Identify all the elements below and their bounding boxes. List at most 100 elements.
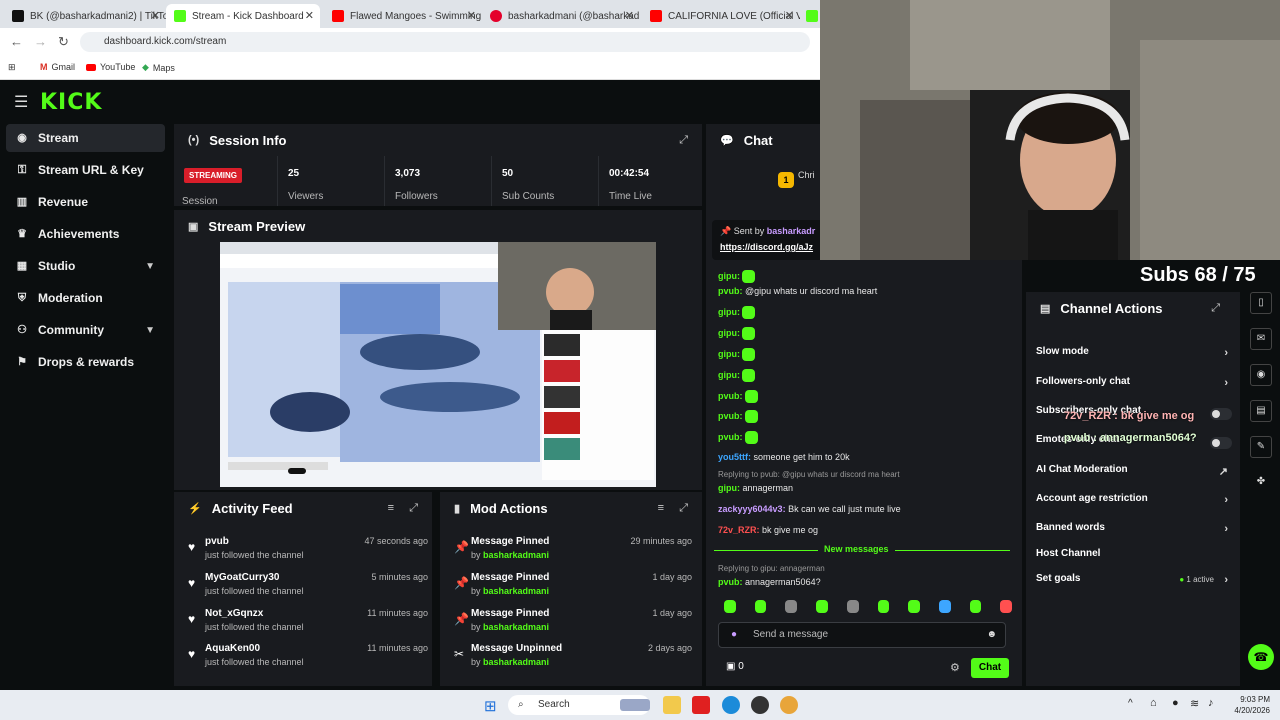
sidebar-item-stream[interactable]: ◉ Stream	[6, 124, 165, 152]
app-icon[interactable]	[751, 696, 769, 714]
browser-tab-kick[interactable]: Stream - Kick Dashboard ✕	[166, 4, 320, 28]
tools-icon[interactable]: ✎	[1250, 436, 1272, 458]
chat-message: pvub: annagerman5064?	[718, 577, 821, 587]
activity-user[interactable]: MyGoatCurry30	[205, 572, 279, 583]
chevron-up-icon[interactable]: ^	[1128, 698, 1133, 709]
browser-tab-kick-2[interactable]	[800, 4, 820, 28]
activity-user[interactable]: Not_xGqnzx	[205, 608, 263, 619]
sidebar-item-stream-key[interactable]: ⚿ Stream URL & Key	[6, 156, 165, 184]
kick-logo[interactable]: KICK	[40, 90, 102, 115]
bookmark-maps[interactable]: ◆ Maps	[142, 62, 175, 73]
subscribers-only-toggle[interactable]	[1210, 408, 1232, 420]
mic-icon[interactable]: ●	[731, 623, 737, 647]
palette-icon[interactable]: ✤	[1250, 472, 1272, 494]
account-age-row[interactable]: Account age restriction ›	[1036, 493, 1232, 513]
close-icon[interactable]: ✕	[467, 9, 476, 22]
pinned-link[interactable]: https://discord.gg/aJz	[720, 242, 813, 252]
popout-icon[interactable]: ⤢	[679, 134, 688, 147]
widget-icon[interactable]	[620, 699, 650, 711]
close-icon[interactable]: ✕	[785, 9, 794, 22]
browser-tab-tiktok[interactable]: BK (@basharkadmani2) | TikTok ✕	[4, 4, 166, 28]
kick-icon	[174, 10, 186, 22]
emote-icon[interactable]	[754, 600, 767, 613]
ai-moderation-row[interactable]: AI Chat Moderation ↗	[1036, 464, 1232, 484]
chat-input[interactable]: ● Send a message ☻	[718, 622, 1006, 648]
wifi-icon[interactable]: ≋	[1190, 697, 1199, 710]
file-explorer-icon[interactable]	[663, 696, 681, 714]
sidebar-item-achievements[interactable]: ♛ Achievements	[6, 220, 165, 248]
browser-tab-youtube-2[interactable]: CALIFORNIA LOVE (Official Vid ✕	[642, 4, 800, 28]
mic-icon[interactable]: ●	[1172, 697, 1179, 709]
chevron-right-icon: ›	[1224, 347, 1228, 359]
chrome-icon[interactable]	[780, 696, 798, 714]
emote-icon[interactable]	[846, 600, 859, 613]
emote-icon[interactable]	[785, 600, 798, 613]
forward-icon[interactable]: →	[34, 34, 47, 49]
chat-icon[interactable]: ✉	[1250, 328, 1272, 350]
followers-label: Followers	[395, 191, 438, 202]
popout-icon[interactable]: ⤢	[409, 502, 418, 515]
close-icon[interactable]: ✕	[625, 9, 634, 22]
close-icon[interactable]: ✕	[305, 9, 314, 22]
followers-only-row[interactable]: Followers-only chat ›	[1036, 376, 1232, 396]
send-chat-button[interactable]: Chat	[971, 658, 1009, 678]
top-gifter-name[interactable]: Chri	[798, 170, 815, 180]
browser-tab-threads[interactable]: basharkadmani (@basharkadm ✕	[482, 4, 640, 28]
menu-icon[interactable]: ☰	[14, 92, 28, 112]
back-icon[interactable]: ←	[10, 34, 23, 49]
emote-icon[interactable]	[1000, 600, 1013, 613]
support-icon[interactable]: ☎	[1248, 644, 1274, 670]
popout-icon[interactable]: ⤢	[679, 502, 688, 515]
host-channel-row[interactable]: Host Channel	[1036, 548, 1232, 568]
windows-start-icon[interactable]: ⊞	[484, 697, 497, 715]
stream-preview-video[interactable]	[220, 242, 656, 487]
heart-icon: ♥	[188, 647, 196, 661]
edge-icon[interactable]	[722, 696, 740, 714]
bookmark-gmail[interactable]: M Gmail	[40, 62, 75, 72]
apps-icon[interactable]: ⊞	[8, 62, 16, 73]
emote-icon[interactable]	[969, 600, 982, 613]
browser-tab-youtube[interactable]: Flawed Mangoes - Swimming - ✕	[324, 4, 482, 28]
layout-icon[interactable]: ▤	[1250, 400, 1272, 422]
pinned-sent-by: 📌 Sent by basharkadr	[720, 226, 816, 236]
session-icon: (•)	[188, 134, 200, 146]
filter-icon[interactable]: ≡	[658, 502, 664, 514]
emote-icon	[744, 410, 758, 423]
bookmark-youtube[interactable]: YouTube	[86, 62, 135, 72]
bookmark-label: Gmail	[51, 62, 76, 72]
emote-icon[interactable]	[908, 600, 920, 613]
emote-icon[interactable]	[877, 600, 890, 613]
emotes-only-toggle[interactable]	[1210, 437, 1232, 449]
settings-icon[interactable]: ⚙	[950, 661, 960, 674]
emote-icon[interactable]	[724, 600, 736, 613]
sidebar-item-studio[interactable]: ▦ Studio ▼	[6, 252, 165, 280]
emote-icon[interactable]	[938, 600, 951, 613]
volume-icon[interactable]: ♪	[1208, 697, 1214, 709]
chat-message: pvub: @gipu whats ur discord ma heart	[718, 286, 878, 296]
emote-icon[interactable]	[816, 600, 828, 613]
chat-message: pvub:	[718, 431, 758, 444]
set-goals-row[interactable]: Set goals ● 1 active ›	[1036, 573, 1232, 593]
sidebar-item-moderation[interactable]: ⛨ Moderation	[6, 284, 165, 312]
activity-user[interactable]: AquaKen00	[205, 643, 260, 654]
activity-user[interactable]: pvub	[205, 536, 229, 547]
close-icon[interactable]: ✕	[151, 9, 160, 22]
pin-icon: 📌	[454, 612, 469, 626]
phone-icon[interactable]: ▯	[1250, 292, 1272, 314]
reload-icon[interactable]: ↻	[58, 34, 69, 50]
network-icon[interactable]: ⌂	[1150, 697, 1157, 709]
sidebar-item-drops[interactable]: ⚑ Drops & rewards	[6, 348, 165, 376]
url-field[interactable]: dashboard.kick.com/stream	[80, 32, 810, 52]
new-messages-label[interactable]: New messages	[818, 544, 895, 554]
slow-mode-row[interactable]: Slow mode ›	[1036, 346, 1232, 366]
banned-words-row[interactable]: Banned words ›	[1036, 522, 1232, 542]
heart-icon: ♥	[188, 612, 196, 626]
system-clock[interactable]: 9:03 PM 4/20/2026	[1234, 694, 1270, 716]
broadcast-icon[interactable]: ◉	[1250, 364, 1272, 386]
sidebar-item-revenue[interactable]: ▥ Revenue	[6, 188, 165, 216]
emoji-icon[interactable]: ☻	[986, 623, 997, 647]
youtube-app-icon[interactable]	[692, 696, 710, 714]
popout-icon[interactable]: ⤢	[1211, 302, 1220, 315]
filter-icon[interactable]: ≡	[388, 502, 394, 514]
sidebar-item-community[interactable]: ⚇ Community ▼	[6, 316, 165, 344]
